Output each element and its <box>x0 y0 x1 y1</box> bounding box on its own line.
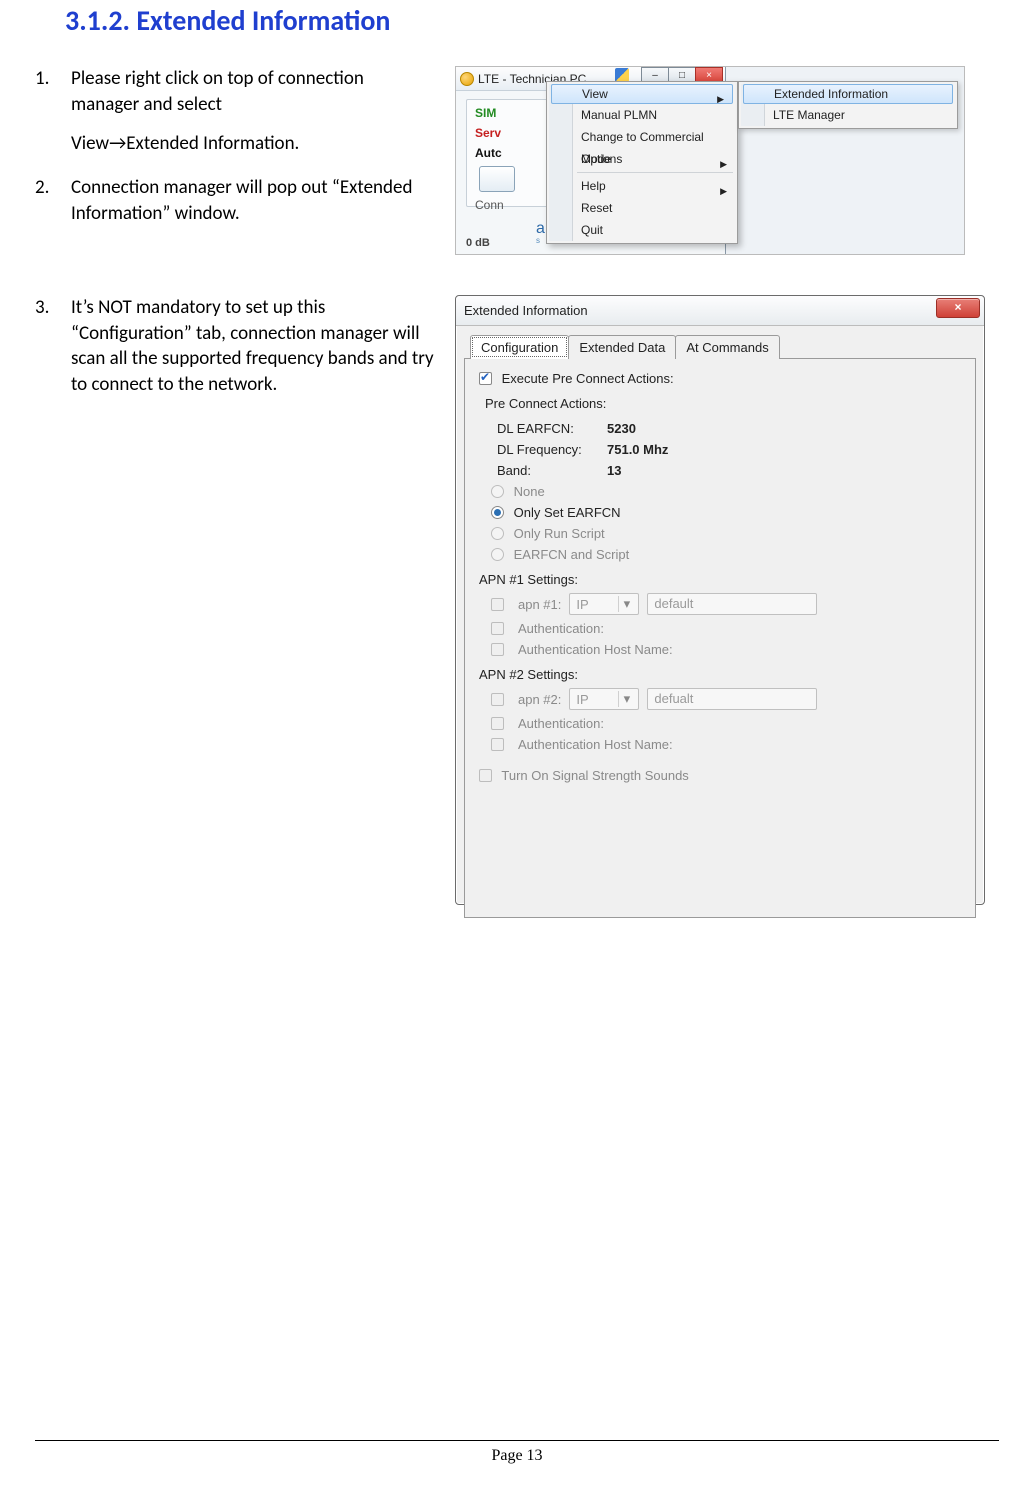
app-icon <box>460 72 474 86</box>
checkbox-signal-sounds[interactable] <box>479 769 492 782</box>
menu-item-options[interactable]: Options ▶ <box>549 148 735 170</box>
menu-item-view-label: View <box>582 87 608 101</box>
menu-item-reset[interactable]: Reset <box>549 197 735 219</box>
radio-only-earfcn[interactable] <box>491 506 504 519</box>
menu-separator <box>577 172 733 173</box>
select-apn2-type-value: IP <box>576 692 588 707</box>
context-menu: View ▶ Manual PLMN Change to Commercial … <box>546 81 738 244</box>
label-apn2: apn #2: <box>518 692 561 707</box>
tab-configuration[interactable]: Configuration <box>470 335 569 359</box>
checkbox-apn2-auth[interactable] <box>491 717 504 730</box>
dialog-titlebar[interactable]: Extended Information <box>456 296 984 326</box>
menu-item-quit[interactable]: Quit <box>549 219 735 241</box>
checkbox-apn1-auth-host[interactable] <box>491 643 504 656</box>
step-3-text: It’s NOT mandatory to set up this “Confi… <box>71 295 435 398</box>
checkbox-apn1[interactable] <box>491 598 504 611</box>
chevron-down-icon: ▾ <box>618 596 634 612</box>
menu-item-manual-plmn[interactable]: Manual PLMN <box>549 104 735 126</box>
submenu-item-lte-manager[interactable]: LTE Manager <box>741 104 955 126</box>
label-apn1: apn #1: <box>518 597 561 612</box>
label-apn2-auth-host: Authentication Host Name: <box>518 737 673 752</box>
input-apn1-name[interactable]: default <box>647 593 817 615</box>
checkbox-apn2[interactable] <box>491 693 504 706</box>
label-dl-earfcn: DL EARFCN: <box>497 421 607 436</box>
tab-panel-configuration: Execute Pre Connect Actions: Pre Connect… <box>464 358 976 918</box>
input-apn2-name[interactable]: defualt <box>647 688 817 710</box>
step-2-num: 2. <box>35 175 71 226</box>
label-radio-only-earfcn: Only Set EARFCN <box>514 505 621 520</box>
label-dl-frequency: DL Frequency: <box>497 442 607 457</box>
checkbox-execute-pre-connect[interactable] <box>479 372 492 385</box>
label-band: Band: <box>497 463 607 478</box>
shield-icon <box>615 68 629 82</box>
step-3-num: 3. <box>35 295 71 398</box>
signal-box <box>479 166 515 192</box>
label-apn2-header: APN #2 Settings: <box>479 667 961 682</box>
radio-earfcn-and-script[interactable] <box>491 548 504 561</box>
section-heading: 3.1.2. Extended Information <box>35 0 999 38</box>
label-apn1-auth-host: Authentication Host Name: <box>518 642 673 657</box>
select-apn1-type-value: IP <box>576 597 588 612</box>
section-number: 3.1.2. <box>65 3 130 38</box>
value-dl-frequency: 751.0 Mhz <box>607 442 668 457</box>
dialog-title: Extended Information <box>464 303 588 318</box>
label-apn1-header: APN #1 Settings: <box>479 572 961 587</box>
section-title: Extended Information <box>136 3 390 38</box>
step-2: 2. Connection manager will pop out “Exte… <box>35 175 435 226</box>
select-apn1-type[interactable]: IP ▾ <box>569 593 639 615</box>
menu-item-options-label: Options <box>581 152 622 166</box>
step-1-text: Please right click on top of connection … <box>71 67 364 116</box>
value-dl-earfcn: 5230 <box>607 421 636 436</box>
menu-item-help[interactable]: Help ▶ <box>549 175 735 197</box>
step-2-text: Connection manager will pop out “Extende… <box>71 175 435 226</box>
checkbox-apn1-auth[interactable] <box>491 622 504 635</box>
step-1: 1. Please right click on top of connecti… <box>35 66 435 157</box>
menu-item-view[interactable]: View ▶ <box>551 84 733 104</box>
screenshot-context-menu: LTE - Technician PC – □ × SIM Serv Autc … <box>455 66 965 255</box>
value-band: 13 <box>607 463 621 478</box>
checkbox-apn2-auth-host[interactable] <box>491 738 504 751</box>
menu-item-commercial-mode[interactable]: Change to Commercial Mode <box>549 126 735 148</box>
radio-none[interactable] <box>491 485 504 498</box>
dialog-extended-information: Extended Information × Configuration Ext… <box>455 295 985 905</box>
radio-only-script[interactable] <box>491 527 504 540</box>
dialog-close-button[interactable]: × <box>936 298 980 318</box>
label-apn2-auth: Authentication: <box>518 716 604 731</box>
step-3: 3. It’s NOT mandatory to set up this “Co… <box>35 295 435 398</box>
tab-extended-data[interactable]: Extended Data <box>568 335 676 359</box>
tab-at-commands[interactable]: At Commands <box>675 335 779 359</box>
label-pre-connect-actions: Pre Connect Actions: <box>485 396 961 411</box>
menu-item-help-label: Help <box>581 179 606 193</box>
label-apn1-auth: Authentication: <box>518 621 604 636</box>
step-1-subline: View→Extended Information. <box>71 131 435 157</box>
signal-db: 0 dB <box>466 237 490 249</box>
label-execute-pre-connect: Execute Pre Connect Actions: <box>502 371 674 386</box>
label-radio-only-script: Only Run Script <box>514 526 605 541</box>
submenu-view: Extended Information LTE Manager <box>738 81 958 129</box>
label-signal-sounds: Turn On Signal Strength Sounds <box>501 768 688 783</box>
step-1-num: 1. <box>35 66 71 157</box>
label-radio-none: None <box>514 484 545 499</box>
chevron-down-icon: ▾ <box>618 691 634 707</box>
select-apn2-type[interactable]: IP ▾ <box>569 688 639 710</box>
label-radio-both: EARFCN and Script <box>514 547 630 562</box>
tab-bar: Configuration Extended Data At Commands <box>456 326 984 358</box>
submenu-item-extended-info[interactable]: Extended Information <box>743 84 953 104</box>
page-footer: Page 13 <box>35 1440 999 1465</box>
